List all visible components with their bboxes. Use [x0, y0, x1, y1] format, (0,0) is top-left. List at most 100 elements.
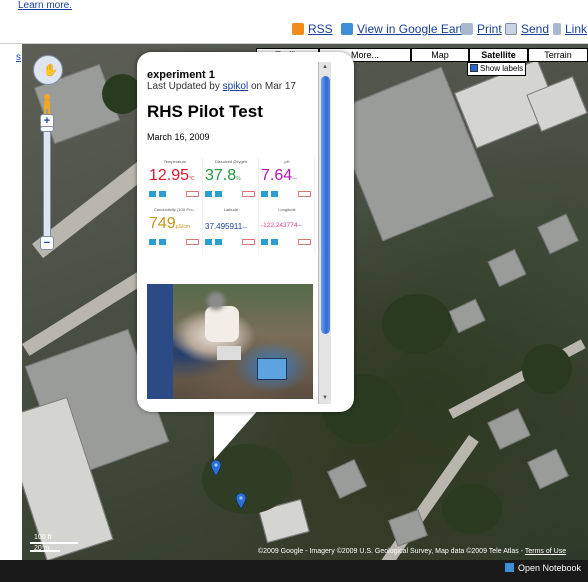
updated-prefix: Last Updated by — [147, 81, 220, 92]
zoom-slider-track[interactable] — [43, 120, 51, 244]
map-type-satellite-button[interactable]: Satellite — [469, 48, 528, 62]
sensor-tag-icon[interactable] — [271, 239, 278, 245]
sensor-chart-icon[interactable] — [298, 191, 311, 197]
sensor-tag-icon[interactable] — [149, 239, 156, 245]
sensor-number: 12.95 — [149, 167, 190, 184]
info-window: experiment 1 Last Updated by spikol on M… — [137, 52, 354, 412]
zoom-out-button[interactable]: − — [40, 236, 54, 250]
print-link[interactable]: Print — [461, 22, 502, 36]
terms-of-use-link[interactable]: Terms of Use — [525, 548, 566, 555]
sensor-value: 37.495911— — [205, 222, 247, 231]
hand-icon: ✋ — [43, 63, 58, 77]
sensor-controls — [205, 239, 257, 247]
checkbox-checked-icon — [470, 64, 478, 72]
sensor-temperature: Temperature 12.95°C — [147, 158, 203, 206]
sensor-value: 7.64— — [261, 167, 297, 185]
sensor-row: Temperature 12.95°C Dissolved Oxygen 37.… — [147, 158, 315, 206]
map-type-map-button[interactable]: Map — [411, 48, 469, 62]
photo-person-center — [205, 306, 239, 342]
sensor-label: Dissolved Oxygen — [214, 159, 248, 164]
zoom-slider-handle[interactable] — [40, 126, 54, 132]
pegman-icon[interactable] — [40, 93, 54, 115]
sensor-tag-icon[interactable] — [205, 239, 212, 245]
sensor-chart-icon[interactable] — [298, 239, 311, 245]
sensor-latitude: Latitude 37.495911— — [203, 206, 259, 254]
sensor-chart-icon[interactable] — [242, 191, 255, 197]
rss-link[interactable]: RSS — [292, 22, 333, 36]
info-window-pointer — [214, 408, 260, 460]
google-earth-icon — [341, 23, 353, 35]
map-marker-icon[interactable] — [211, 460, 221, 476]
print-label: Print — [477, 22, 502, 36]
photo-blurred-face — [207, 292, 225, 310]
sensor-tag-icon[interactable] — [159, 239, 166, 245]
sensor-controls — [261, 239, 313, 247]
sensor-tag-icon[interactable] — [215, 239, 222, 245]
view-in-google-earth-link[interactable]: View in Google Earth — [341, 22, 470, 36]
sensor-ph: pH 7.64— — [259, 158, 315, 206]
sensor-tag-icon[interactable] — [149, 191, 156, 197]
building — [537, 213, 579, 255]
show-labels-label: Show labels — [480, 64, 524, 73]
copyright-text: ©2009 Google - Imagery ©2009 U.S. Geolog… — [258, 548, 524, 555]
sensor-tag-icon[interactable] — [261, 191, 268, 197]
sensor-grid: Temperature 12.95°C Dissolved Oxygen 37.… — [147, 158, 315, 254]
sensor-label: Conductivity (10X Pro... — [153, 207, 197, 212]
info-window-scrollbar[interactable]: ▲ ▼ — [318, 62, 331, 404]
sensor-controls — [149, 239, 201, 247]
sensor-number: 37.8 — [205, 167, 237, 184]
sensor-unit: % — [236, 176, 241, 182]
chain-link-icon — [553, 23, 561, 35]
test-date: March 16, 2009 — [147, 132, 210, 142]
sensor-chart-icon[interactable] — [186, 191, 199, 197]
user-link[interactable]: spikol — [223, 81, 249, 92]
updated-suffix: on Mar 17 — [250, 81, 296, 92]
photo-blue-bin — [257, 358, 287, 380]
sensor-unit: — — [242, 225, 248, 231]
map-type-terrain-button[interactable]: Terrain — [528, 48, 588, 62]
sensor-label: Temperature — [163, 159, 187, 164]
tree-canopy — [102, 74, 142, 114]
sensor-tag-icon[interactable] — [159, 191, 166, 197]
screen: Learn more. RSS View in Google Earth Pri… — [0, 0, 588, 582]
sensor-tag-icon[interactable] — [205, 191, 212, 197]
rss-label: RSS — [308, 22, 333, 36]
page-title: RHS Pilot Test — [147, 102, 263, 121]
building — [487, 408, 531, 450]
sensor-chart-icon[interactable] — [186, 239, 199, 245]
scroll-up-arrow-icon[interactable]: ▲ — [322, 64, 328, 70]
left-sidebar-link[interactable]: s — [16, 52, 21, 63]
map-link-bar: RSS View in Google Earth Print Send Link — [0, 16, 588, 44]
building — [487, 248, 527, 288]
send-link[interactable]: Send — [505, 22, 549, 36]
sensor-value: 12.95°C — [149, 167, 195, 185]
sensor-number: -122.243774 — [261, 222, 298, 229]
sensor-tag-icon[interactable] — [215, 191, 222, 197]
scrollbar-thumb[interactable] — [321, 76, 330, 334]
send-label: Send — [521, 22, 550, 36]
sensor-tag-icon[interactable] — [271, 191, 278, 197]
link-link[interactable]: Link — [553, 22, 587, 36]
building — [527, 448, 569, 490]
left-edge: s — [0, 44, 22, 560]
scroll-down-arrow-icon[interactable]: ▼ — [322, 395, 328, 401]
sensor-tag-icon[interactable] — [261, 239, 268, 245]
photo-person-left — [147, 284, 173, 399]
sensor-value: 37.8% — [205, 167, 241, 185]
sensor-row: Conductivity (10X Pro... 749µS/cm Latitu… — [147, 206, 315, 254]
open-notebook-button[interactable]: Open Notebook — [505, 563, 581, 577]
scale-bar — [30, 542, 78, 544]
map-marker-icon[interactable] — [236, 493, 246, 509]
sensor-number: 7.64 — [261, 167, 293, 184]
field-photo[interactable] — [147, 284, 313, 399]
learn-more-link[interactable]: Learn more. — [18, 0, 72, 11]
top-strip: Learn more. — [0, 0, 588, 16]
sensor-controls — [149, 191, 201, 199]
sensor-controls — [261, 191, 313, 199]
notebook-icon — [505, 563, 514, 572]
sensor-controls — [205, 191, 257, 199]
sensor-number: 749 — [149, 215, 176, 232]
show-labels-checkbox[interactable]: Show labels — [467, 62, 526, 76]
pan-control[interactable]: ✋ — [33, 55, 63, 85]
sensor-chart-icon[interactable] — [242, 239, 255, 245]
